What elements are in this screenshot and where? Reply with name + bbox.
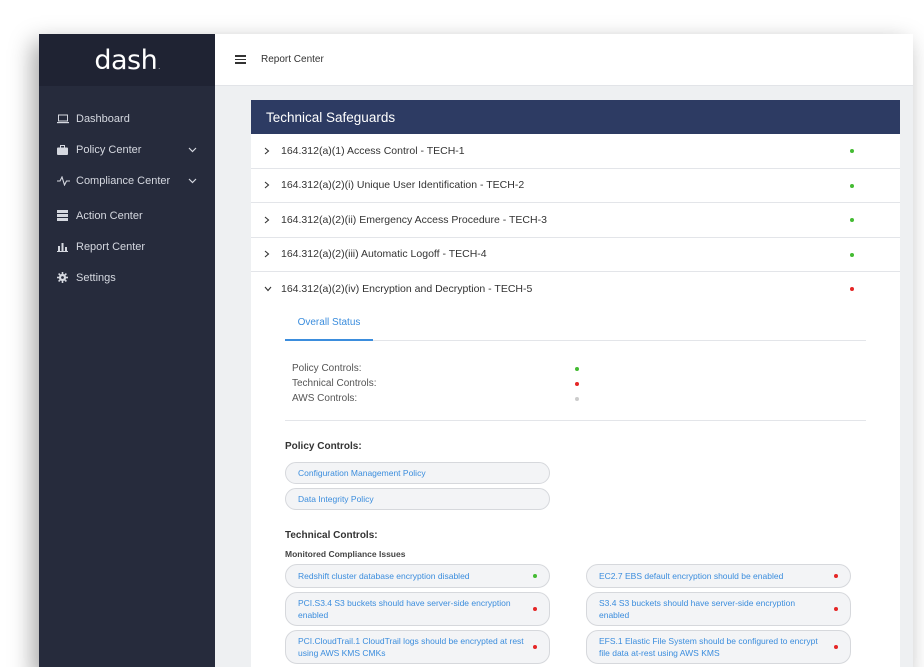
sidebar-item-label: Settings: [76, 271, 116, 284]
technical-controls-title: Technical Controls:: [285, 529, 378, 541]
issue-link: PCI.S3.4 S3 buckets should have server-s…: [298, 597, 511, 620]
sidebar-nav: Dashboard Policy Center Compliance Cente…: [39, 86, 215, 293]
laptop-icon: [57, 114, 76, 124]
sidebar-item-settings[interactable]: Settings: [39, 262, 215, 293]
accordion-row-tech-3[interactable]: 164.312(a)(2)(ii) Emergency Access Proce…: [251, 203, 900, 238]
sidebar-item-report-center[interactable]: Report Center: [39, 231, 215, 262]
status-label-aws: AWS Controls:: [292, 392, 358, 404]
status-dot-gray: [575, 396, 579, 401]
status-dot-green: [575, 366, 579, 371]
sidebar-item-label: Action Center: [76, 209, 143, 222]
chevron-right-icon: [251, 181, 281, 189]
status-dot-red: [533, 606, 537, 611]
issue-pill[interactable]: EC2.7 EBS default encryption should be e…: [586, 563, 851, 588]
chevron-right-icon: [251, 250, 281, 258]
tab-bar: Overall Status: [285, 307, 866, 341]
page-title: Report Center: [261, 54, 324, 65]
server-icon: [57, 210, 76, 221]
issue-pill[interactable]: EFS.1 Elastic File System should be conf…: [586, 629, 851, 664]
status-label-technical: Technical Controls:: [292, 377, 377, 389]
bar-chart-icon: [57, 241, 76, 252]
issue-link: S3.4 S3 buckets should have server-side …: [599, 597, 796, 620]
policy-controls-title: Policy Controls:: [285, 440, 362, 452]
overall-status-block: Policy Controls: Technical Controls: AWS…: [285, 363, 866, 421]
top-bar: Report Center: [215, 34, 913, 86]
status-dot-green: [533, 573, 537, 578]
policy-link: Data Integrity Policy: [298, 493, 374, 504]
chevron-right-icon: [251, 147, 281, 155]
chevron-down-icon: [251, 286, 281, 292]
accordion-row-tech-4[interactable]: 164.312(a)(2)(iii) Automatic Logoff - TE…: [251, 237, 900, 272]
status-dot-red: [834, 573, 838, 578]
status-label-policy: Policy Controls:: [292, 362, 362, 374]
sidebar: dash. Dashboard Policy Center Compliance…: [39, 34, 215, 667]
sidebar-item-compliance-center[interactable]: Compliance Center: [39, 165, 215, 196]
issue-pill[interactable]: PCI.S3.4 S3 buckets should have server-s…: [285, 591, 550, 626]
issue-pill[interactable]: Redshift cluster database encryption dis…: [285, 563, 550, 588]
issue-pill[interactable]: S3.4 S3 buckets should have server-side …: [586, 591, 851, 626]
sidebar-item-label: Dashboard: [76, 112, 130, 125]
sidebar-item-label: Report Center: [76, 240, 146, 253]
technical-safeguards-panel: Technical Safeguards 164.312(a)(1) Acces…: [251, 100, 900, 667]
policy-pill[interactable]: Data Integrity Policy: [285, 487, 550, 510]
pulse-icon: [57, 175, 76, 186]
monitored-issues-subtitle: Monitored Compliance Issues: [285, 548, 406, 559]
briefcase-icon: [57, 144, 76, 155]
status-dot-green: [850, 183, 854, 188]
sidebar-item-label: Compliance Center: [76, 174, 171, 187]
issue-link: Redshift cluster database encryption dis…: [298, 570, 470, 581]
tab-overall-status[interactable]: Overall Status: [285, 307, 373, 341]
logo-area[interactable]: dash.: [39, 34, 215, 86]
sidebar-item-label: Policy Center: [76, 143, 142, 156]
status-dot-green: [850, 149, 854, 153]
sidebar-item-dashboard[interactable]: Dashboard: [39, 103, 215, 134]
status-dot-red: [575, 381, 579, 386]
status-dot-red: [834, 644, 838, 649]
tech-5-details: Overall Status Policy Controls: Technica…: [251, 306, 900, 667]
logo: dash.: [94, 44, 160, 76]
chevron-down-icon[interactable]: [188, 178, 198, 184]
chevron-down-icon[interactable]: [188, 147, 198, 153]
accordion-row-tech-2[interactable]: 164.312(a)(2)(i) Unique User Identificat…: [251, 168, 900, 203]
issue-link: EC2.7 EBS default encryption should be e…: [599, 570, 784, 581]
panel-title: Technical Safeguards: [266, 109, 396, 125]
status-dot-green: [850, 252, 854, 257]
row-label: 164.312(a)(1) Access Control - TECH-1: [281, 144, 465, 157]
sidebar-item-policy-center[interactable]: Policy Center: [39, 134, 215, 165]
row-label: 164.312(a)(2)(iii) Automatic Logoff - TE…: [281, 248, 487, 261]
row-label: 164.312(a)(2)(iv) Encryption and Decrypt…: [281, 283, 533, 296]
chevron-right-icon: [251, 216, 281, 224]
panel-header: Technical Safeguards: [251, 100, 900, 134]
issue-link: PCI.CloudTrail.1 CloudTrail logs should …: [298, 635, 524, 658]
status-dot-red: [834, 606, 838, 611]
status-dot-red: [850, 287, 854, 291]
issue-link: EFS.1 Elastic File System should be conf…: [599, 635, 818, 658]
status-dot-red: [533, 644, 537, 649]
status-dot-green: [850, 218, 854, 222]
issue-pill[interactable]: PCI.CloudTrail.1 CloudTrail logs should …: [285, 629, 550, 664]
row-label: 164.312(a)(2)(i) Unique User Identificat…: [281, 179, 525, 192]
sidebar-item-action-center[interactable]: Action Center: [39, 200, 215, 231]
policy-link: Configuration Management Policy: [298, 467, 426, 478]
row-label: 164.312(a)(2)(ii) Emergency Access Proce…: [281, 213, 547, 226]
gear-icon: [57, 272, 76, 283]
policy-pill[interactable]: Configuration Management Policy: [285, 461, 550, 484]
accordion-row-tech-1[interactable]: 164.312(a)(1) Access Control - TECH-1: [251, 134, 900, 169]
app-window: dash. Dashboard Policy Center Compliance…: [39, 34, 913, 667]
accordion-row-tech-5[interactable]: 164.312(a)(2)(iv) Encryption and Decrypt…: [251, 272, 900, 307]
hamburger-menu-icon[interactable]: [235, 55, 246, 64]
